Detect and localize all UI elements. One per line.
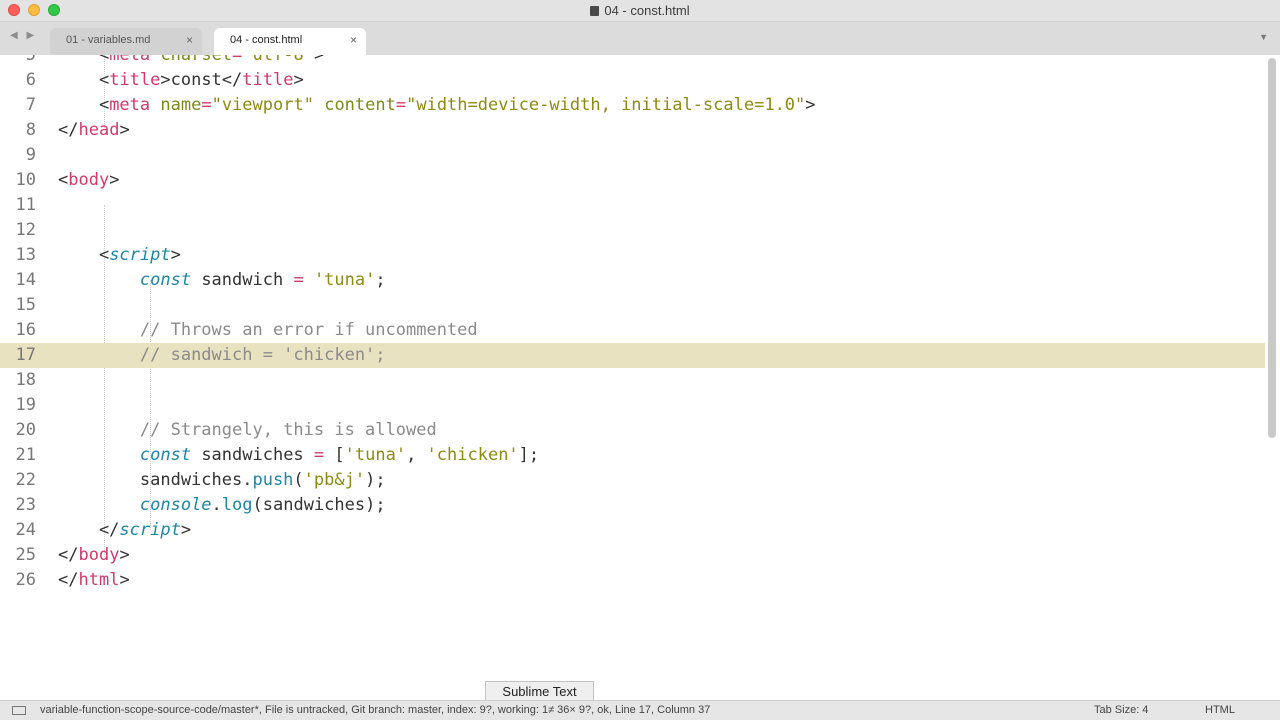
code-text: // Strangely, this is allowed xyxy=(139,420,437,440)
code-line[interactable]: 5 <meta charset="utf-8"> xyxy=(0,55,1265,68)
title-bar: 04 - const.html xyxy=(0,0,1280,22)
code-line[interactable]: 14 const sandwich = 'tuna'; xyxy=(0,268,1265,293)
status-text: variable-function-scope-source-code/mast… xyxy=(40,704,711,716)
code-text: <title>const</title> xyxy=(58,70,304,90)
tab-close-icon[interactable]: × xyxy=(350,28,357,53)
tab-menu-icon[interactable]: ▼ xyxy=(1259,32,1268,42)
code-text: const sandwich = 'tuna'; xyxy=(139,270,386,290)
tab-label: 04 - const.html xyxy=(230,34,303,46)
code-text: // sandwich = 'chicken'; xyxy=(139,345,386,365)
window-title-text: 04 - const.html xyxy=(604,3,690,18)
code-line[interactable]: 15 xyxy=(0,293,1265,318)
code-line[interactable]: 19 xyxy=(0,393,1265,418)
tab-close-icon[interactable]: × xyxy=(186,28,193,53)
line-number: 14 xyxy=(15,270,36,290)
code-line[interactable]: 22 sandwiches.push('pb&j'); xyxy=(0,468,1265,493)
code-text: </html> xyxy=(58,570,130,590)
code-text: <script> xyxy=(58,245,181,265)
code-text: const sandwiches = ['tuna', 'chicken']; xyxy=(139,445,540,465)
vertical-scrollbar[interactable] xyxy=(1268,58,1276,438)
line-number: 21 xyxy=(15,445,36,465)
window-title: 04 - const.html xyxy=(0,0,1280,21)
code-line[interactable]: 21 const sandwiches = ['tuna', 'chicken'… xyxy=(0,443,1265,468)
code-line[interactable]: 6 <title>const</title> xyxy=(0,68,1265,93)
code-line[interactable]: 20 // Strangely, this is allowed xyxy=(0,418,1265,443)
code-text: // Throws an error if uncommented xyxy=(139,320,478,340)
code-text: <body> xyxy=(58,170,120,190)
tab-variables-md[interactable]: 01 - variables.md × xyxy=(50,28,202,55)
status-bar: variable-function-scope-source-code/mast… xyxy=(0,700,1280,720)
line-number: 10 xyxy=(15,170,36,190)
code-line[interactable]: 10 <body> xyxy=(0,168,1265,193)
line-number: 19 xyxy=(15,395,36,415)
code-text: console.log(sandwiches); xyxy=(139,495,386,515)
code-line[interactable]: 13 <script> xyxy=(0,243,1265,268)
code-line[interactable]: 26 </html> xyxy=(0,568,1265,593)
code-text: </head> xyxy=(58,120,130,140)
code-line[interactable]: 16 // Throws an error if uncommented xyxy=(0,318,1265,343)
line-number: 18 xyxy=(15,370,36,390)
tab-label: 01 - variables.md xyxy=(66,34,151,46)
line-number: 16 xyxy=(15,320,36,340)
code-line[interactable]: 9 xyxy=(0,143,1265,168)
line-number: 5 xyxy=(25,55,36,65)
panel-toggle-icon[interactable] xyxy=(12,706,26,715)
code-line[interactable]: 25 </body> xyxy=(0,543,1265,568)
code-text: </script> xyxy=(58,520,192,540)
tab-bar: ◀ ▶ 01 - variables.md × 04 - const.html … xyxy=(0,22,1280,56)
line-number: 8 xyxy=(25,120,36,140)
line-number: 12 xyxy=(15,220,36,240)
code-line[interactable]: 11 xyxy=(0,193,1265,218)
code-line[interactable]: 12 xyxy=(0,218,1265,243)
line-number: 17 xyxy=(15,345,36,365)
line-number: 6 xyxy=(25,70,36,90)
tooltip: Sublime Text xyxy=(485,681,594,702)
line-number: 20 xyxy=(15,420,36,440)
code-text: <meta charset="utf-8"> xyxy=(58,55,325,65)
line-number: 26 xyxy=(15,570,36,590)
line-number: 11 xyxy=(15,195,36,215)
line-number: 22 xyxy=(15,470,36,490)
code-line[interactable]: 17 // sandwich = 'chicken'; xyxy=(0,343,1265,368)
line-number: 15 xyxy=(15,295,36,315)
code-line[interactable]: 24 </script> xyxy=(0,518,1265,543)
tab-nav-arrows-icon[interactable]: ◀ ▶ xyxy=(10,30,37,41)
code-line[interactable]: 23 console.log(sandwiches); xyxy=(0,493,1265,518)
document-icon xyxy=(590,6,600,16)
line-number: 13 xyxy=(15,245,36,265)
tab-size-indicator[interactable]: Tab Size: 4 xyxy=(1094,701,1148,720)
line-number: 24 xyxy=(15,520,36,540)
line-number: 23 xyxy=(15,495,36,515)
code-text: sandwiches.push('pb&j'); xyxy=(58,470,386,490)
code-text: </body> xyxy=(58,545,130,565)
tab-const-html[interactable]: 04 - const.html × xyxy=(214,28,366,55)
line-number: 7 xyxy=(25,95,36,115)
code-line[interactable]: 18 xyxy=(0,368,1265,393)
line-number: 25 xyxy=(15,545,36,565)
code-editor[interactable]: 5 <meta charset="utf-8"> 6 <title>const</… xyxy=(0,55,1280,700)
code-line[interactable]: 8 </head> xyxy=(0,118,1265,143)
code-line[interactable]: 7 <meta name="viewport" content="width=d… xyxy=(0,93,1265,118)
syntax-indicator[interactable]: HTML xyxy=(1205,701,1235,720)
line-number: 9 xyxy=(25,145,36,165)
code-text: <meta name="viewport" content="width=dev… xyxy=(58,95,816,115)
